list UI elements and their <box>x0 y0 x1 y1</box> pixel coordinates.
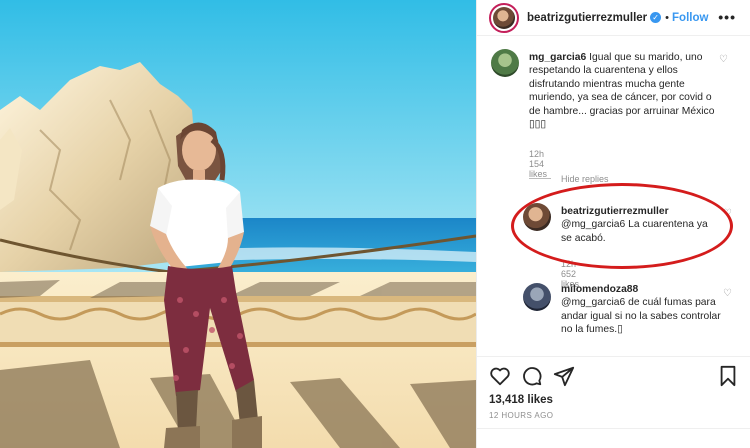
highlight-annotation <box>511 183 733 269</box>
comments-panel: beatrizgutierrezmuller ✓ • Follow ••• mg… <box>476 0 750 448</box>
replier-avatar[interactable] <box>523 283 551 311</box>
likes-count[interactable]: 13,418 likes <box>489 394 553 406</box>
comment-username[interactable]: mg_garcia6 <box>529 52 586 63</box>
comment-body: Igual que su marido, uno respetando la c… <box>529 52 715 131</box>
instagram-post: beatrizgutierrezmuller ✓ • Follow ••• mg… <box>0 0 750 448</box>
like-reply-heart-icon[interactable]: ♡ <box>723 289 733 299</box>
more-icon[interactable]: ••• <box>718 9 736 25</box>
post-header: beatrizgutierrezmuller ✓ • Follow ••• <box>477 0 750 36</box>
photo-illustration <box>0 0 476 448</box>
comment-time: 12h <box>529 149 545 159</box>
hide-replies-link[interactable]: Hide replies <box>529 174 609 184</box>
share-icon[interactable] <box>553 365 575 387</box>
heart-icon[interactable] <box>489 365 511 387</box>
action-bar <box>477 356 750 388</box>
author-username[interactable]: beatrizgutierrezmuller <box>527 12 647 24</box>
reply-text: milomendoza88 @mg_garcia6 de cuál fumas … <box>561 283 721 337</box>
like-comment-heart-icon[interactable]: ♡ <box>719 55 729 65</box>
author-avatar[interactable] <box>489 2 519 33</box>
reply-body: @mg_garcia6 de cuál fumas para andar igu… <box>561 297 721 336</box>
add-comment-area[interactable] <box>477 428 750 448</box>
comment-text: mg_garcia6 Igual que su marido, uno resp… <box>529 51 725 131</box>
verified-icon: ✓ <box>650 12 662 23</box>
follow-button[interactable]: Follow <box>672 12 708 24</box>
bookmark-icon[interactable] <box>717 365 739 387</box>
commenter-avatar[interactable] <box>491 49 519 77</box>
separator-dot: • <box>665 11 670 24</box>
reply-username[interactable]: milomendoza88 <box>561 284 638 295</box>
comments-list: mg_garcia6 Igual que su marido, uno resp… <box>477 37 750 351</box>
post-timestamp: 12 HOURS AGO <box>489 411 554 420</box>
comment-icon[interactable] <box>521 365 543 387</box>
post-photo <box>0 0 476 448</box>
